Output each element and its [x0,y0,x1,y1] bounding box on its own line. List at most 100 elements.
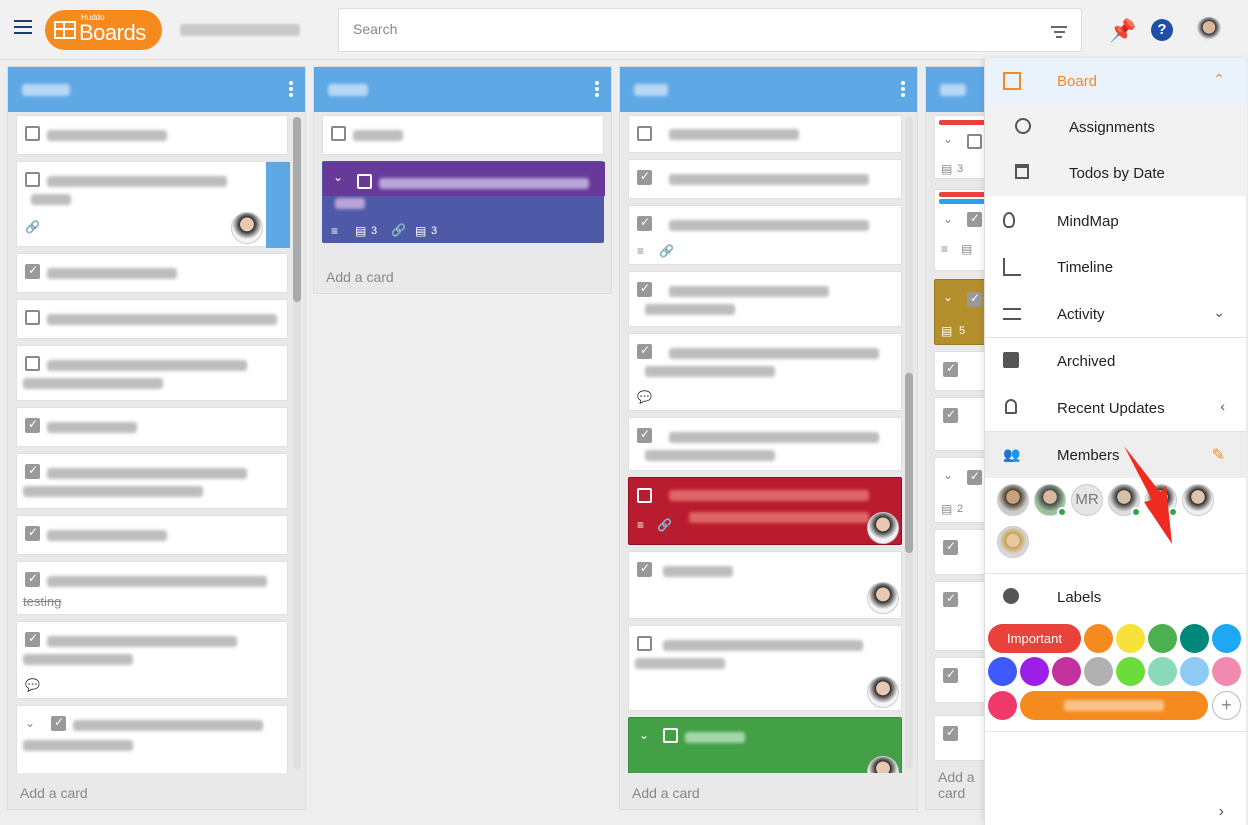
card-checkbox[interactable] [51,715,66,731]
label-sky[interactable] [1180,657,1209,686]
menu-icon[interactable] [14,20,32,34]
card[interactable] [628,625,902,711]
filter-icon[interactable] [1051,26,1067,38]
edit-pencil-icon[interactable]: ✎ [1212,445,1225,465]
card[interactable] [16,299,288,339]
card-checkbox[interactable] [25,356,40,371]
card-checkbox[interactable] [331,126,346,141]
column-scrollbar[interactable] [905,117,913,769]
card[interactable] [628,159,902,199]
card[interactable] [16,115,288,155]
card-checkbox[interactable] [637,343,652,359]
card-checkbox[interactable] [637,488,652,503]
search-box[interactable] [338,8,1082,52]
panel-item-recent-updates[interactable]: Recent Updates ‹ [985,385,1247,431]
card[interactable]: ≡🔗 [628,205,902,265]
label-green[interactable] [1148,624,1177,653]
panel-item-labels[interactable]: Labels [985,574,1247,620]
label-orange[interactable] [1084,624,1113,653]
label-magenta[interactable] [1052,657,1081,686]
card-checkbox[interactable] [967,469,982,485]
help-icon[interactable]: ? [1151,19,1173,41]
card[interactable] [16,253,288,293]
chevron-down-icon[interactable]: ⌄ [943,212,953,226]
card-checkbox[interactable] [967,134,982,149]
card[interactable] [628,417,902,471]
card-checkbox[interactable] [943,725,958,741]
card[interactable]: ⌄ [628,717,902,773]
card-checkbox[interactable] [25,172,40,187]
chevron-right-icon[interactable]: › [1219,803,1224,821]
chevron-left-icon[interactable]: ‹ [1220,398,1225,414]
bookmark-icon[interactable] [266,162,290,248]
label-important[interactable]: Important [988,624,1081,653]
member-avatar[interactable] [997,484,1029,516]
member-avatar[interactable] [1182,484,1214,516]
card[interactable] [628,115,902,153]
column-menu-icon[interactable] [289,81,293,99]
chevron-down-icon[interactable]: ⌄ [1213,304,1225,321]
add-card-button[interactable]: Add a card [20,785,88,801]
card[interactable] [628,271,902,327]
card-checkbox[interactable] [25,417,40,433]
card[interactable]: ⌄ ≡ ▤ 3 🔗 ▤ 3 [322,161,605,243]
chevron-down-icon[interactable]: ⌄ [943,468,953,482]
card-checkbox[interactable] [637,427,652,443]
card-checkbox[interactable] [943,539,958,555]
panel-item-archived[interactable]: Archived [985,338,1247,384]
card[interactable] [16,453,288,509]
label-yellow[interactable] [1116,624,1145,653]
chevron-down-icon[interactable]: ⌄ [943,290,953,304]
card-checkbox[interactable] [943,407,958,423]
pin-icon[interactable]: 📌 [1109,18,1136,44]
card-checkbox[interactable] [943,361,958,377]
card-checkbox[interactable] [943,667,958,683]
card[interactable] [16,345,288,401]
search-input[interactable] [353,21,1033,37]
label-orange-named[interactable] [1020,691,1208,720]
label-purple[interactable] [1020,657,1049,686]
add-card-button[interactable]: Add a card [632,785,700,801]
card-checkbox[interactable] [943,591,958,607]
panel-item-assignments[interactable]: Assignments [985,104,1247,150]
card[interactable]: 🔗 [16,161,290,248]
column-scrollbar[interactable] [293,117,301,769]
card-checkbox[interactable] [25,463,40,479]
card-checkbox[interactable] [637,561,652,577]
card-checkbox[interactable] [357,174,372,189]
card-checkbox[interactable] [25,310,40,325]
card[interactable]: testing [16,561,288,615]
card[interactable] [16,515,288,555]
column-menu-icon[interactable] [595,81,599,99]
panel-item-timeline[interactable]: Timeline [985,244,1247,290]
label-mint[interactable] [1148,657,1177,686]
label-grey[interactable] [1084,657,1113,686]
app-logo[interactable]: Huddo Boards [45,10,162,50]
card-checkbox[interactable] [663,728,678,743]
card-checkbox[interactable] [967,211,982,227]
label-rose[interactable] [988,691,1017,720]
card-checkbox[interactable] [25,571,40,587]
chevron-down-icon[interactable]: ⌄ [333,170,343,184]
chevron-down-icon[interactable]: ⌄ [943,132,953,146]
label-light-blue[interactable] [1212,624,1241,653]
card[interactable] [16,407,288,447]
card-checkbox[interactable] [25,126,40,141]
card[interactable] [322,115,604,155]
label-teal[interactable] [1180,624,1209,653]
chevron-up-icon[interactable]: ⌃ [1213,71,1225,88]
add-label-button[interactable]: + [1212,691,1241,720]
panel-item-todos-by-date[interactable]: Todos by Date [985,150,1247,196]
add-card-button[interactable]: Add a card [326,269,394,285]
panel-item-members[interactable]: 👥 Members ✎ [985,432,1247,478]
card-checkbox[interactable] [637,636,652,651]
card[interactable]: 💬 [628,333,902,411]
column-menu-icon[interactable] [901,81,905,99]
chevron-down-icon[interactable]: ⌄ [25,716,35,730]
card-checkbox[interactable] [637,281,652,297]
chevron-down-icon[interactable]: ⌄ [639,728,649,742]
card-checkbox[interactable] [637,169,652,185]
member-avatar[interactable]: MR [1071,484,1103,516]
card-checkbox[interactable] [25,263,40,279]
card[interactable]: ≡🔗 [628,477,902,545]
